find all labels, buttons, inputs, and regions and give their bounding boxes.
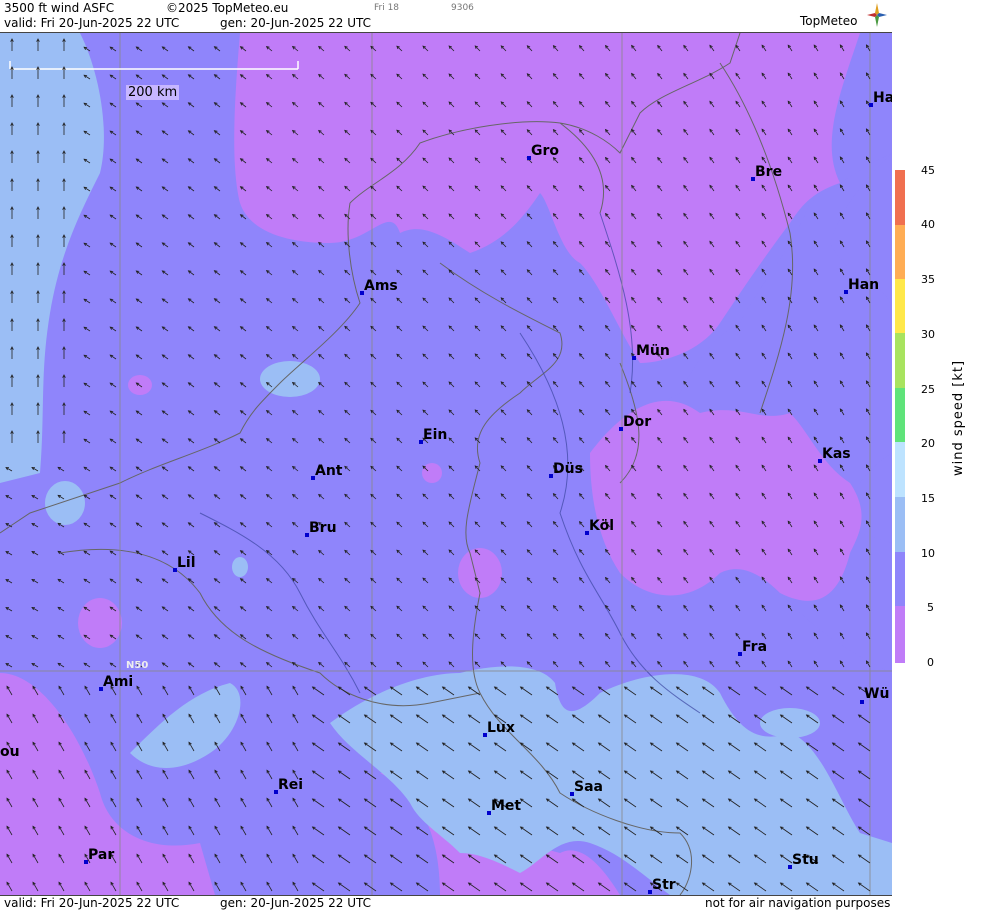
city-label-wur: Wü	[864, 686, 890, 702]
ramp-45	[895, 170, 905, 226]
purple-patch-4	[422, 463, 442, 483]
blue-patch-2	[45, 481, 85, 525]
footer-gen-time: gen: 20-Jun-2025 22 UTC	[220, 896, 372, 910]
ramp-20	[895, 442, 905, 497]
city-label-ams: Ams	[364, 278, 398, 294]
city-label-met: Met	[491, 798, 522, 814]
city-label-bre: Bre	[755, 164, 783, 180]
legend-tick: 10	[921, 547, 935, 560]
city-label-ant: Ant	[315, 463, 343, 479]
ramp-25	[895, 388, 905, 443]
legend-tick: 0	[927, 656, 934, 669]
logo-text: TopMeteo	[800, 14, 858, 28]
city-label-mun: Mün	[636, 343, 670, 359]
blue-patch-4	[760, 708, 820, 738]
header-bar: 3500 ft wind ASFC ©2025 TopMeteo.eu Fri …	[0, 0, 892, 33]
wind-field	[0, 33, 892, 895]
ramp-40	[895, 225, 905, 280]
legend-tick: 20	[921, 437, 935, 450]
purple-patch-3	[128, 375, 152, 395]
city-label-gro: Gro	[531, 143, 560, 159]
legend-tick: 25	[921, 383, 935, 396]
city-label-dus: Düs	[553, 461, 583, 477]
city-label-bru: Bru	[309, 520, 337, 536]
city-label-par: Par	[88, 847, 115, 863]
footer-valid-time: valid: Fri 20-Jun-2025 22 UTC	[4, 896, 180, 910]
disclaimer: not for air navigation purposes	[705, 896, 891, 910]
legend-tick: 45	[921, 164, 935, 177]
footer-bar: valid: Fri 20-Jun-2025 22 UTC gen: 20-Ju…	[0, 895, 892, 910]
ramp-5	[895, 606, 905, 663]
city-label-han: Han	[848, 277, 880, 293]
city-label-lux: Lux	[487, 720, 515, 736]
city-label-rei: Rei	[278, 777, 304, 793]
valid-time: valid: Fri 20-Jun-2025 22 UTC	[4, 16, 180, 30]
ramp-30	[895, 333, 905, 388]
purple-patch-2	[458, 548, 502, 598]
city-label-rou: ou	[0, 744, 20, 760]
purple-patch-1	[78, 598, 122, 648]
legend-tick: 15	[921, 492, 935, 505]
city-label-ami: Ami	[103, 674, 134, 690]
wind-map[interactable]: 200 km N50 Gro Bre Ha Ams Han Mün Ein Do…	[0, 33, 892, 895]
legend-tick: 5	[927, 601, 934, 614]
compass-icon	[867, 3, 887, 27]
city-label-dor: Dor	[623, 414, 652, 430]
map-title: 3500 ft wind ASFC	[4, 1, 115, 15]
legend-tick: 40	[921, 218, 935, 231]
city-label-str: Str	[652, 877, 676, 893]
city-label-fra: Fra	[742, 639, 768, 655]
city-label-saa: Saa	[574, 779, 603, 795]
legend-tick: 30	[921, 328, 935, 341]
legend-unit-label: wind speed [kt]	[951, 359, 966, 476]
ramp-35	[895, 279, 905, 334]
gen-time: gen: 20-Jun-2025 22 UTC	[220, 16, 372, 30]
blue-patch-1	[260, 361, 320, 397]
city-label-lil: Lil	[177, 555, 196, 571]
ramp-10	[895, 552, 905, 607]
blue-patch-3	[232, 557, 248, 577]
grid-label-n50: N50	[126, 660, 149, 671]
ramp-15	[895, 497, 905, 552]
small-day-label: Fri 18	[374, 3, 400, 13]
city-label-kas: Kas	[822, 446, 851, 462]
city-label-ham: Ha	[873, 90, 892, 106]
legend-tick: 35	[921, 273, 935, 286]
city-label-stu: Stu	[792, 852, 819, 868]
color-ramp	[895, 170, 905, 663]
wind-speed-legend: 45 40 35 30 25 20 15 10 5 0 wind speed […	[893, 0, 983, 909]
copyright: ©2025 TopMeteo.eu	[166, 1, 289, 15]
city-label-kol: Köl	[589, 518, 615, 534]
small-code-label: 9306	[451, 3, 474, 13]
scale-bar-label: 200 km	[126, 85, 180, 100]
city-label-ein: Ein	[423, 427, 448, 443]
topmeteo-logo[interactable]: TopMeteo	[794, 2, 892, 30]
